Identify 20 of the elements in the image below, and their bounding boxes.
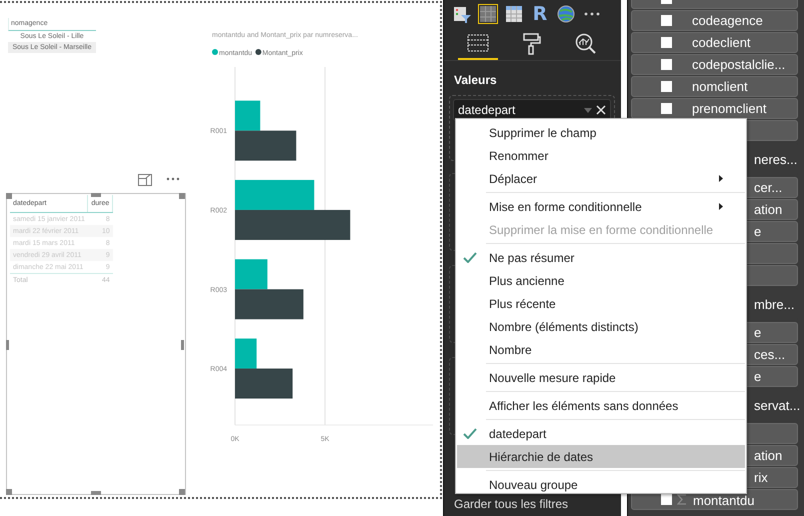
field-label: nomclient [692,79,748,94]
field-label: e [754,224,762,239]
field-label: prenomclient [692,101,766,116]
field-label: rix [754,470,768,485]
field-label: neres... [754,152,798,166]
field-label: codeclient [692,35,751,50]
field-label: montantdu [693,493,754,508]
field-label: ation [754,448,782,463]
field-pill-label: datedepart [458,103,516,117]
field-label: mbre... [754,296,794,312]
field-label: ces... [754,347,786,362]
field-label: ation [754,202,782,217]
field-label: e [754,369,762,384]
filter-option-label: Garder tous les filtres [454,497,568,511]
field-label: codeagence [692,13,763,28]
field-label: cer... [754,180,782,195]
field-label: servat... [754,398,800,412]
field-label: codepostalclie... [692,57,786,72]
field-label: e [754,325,762,340]
section-title: Valeurs [453,72,498,87]
